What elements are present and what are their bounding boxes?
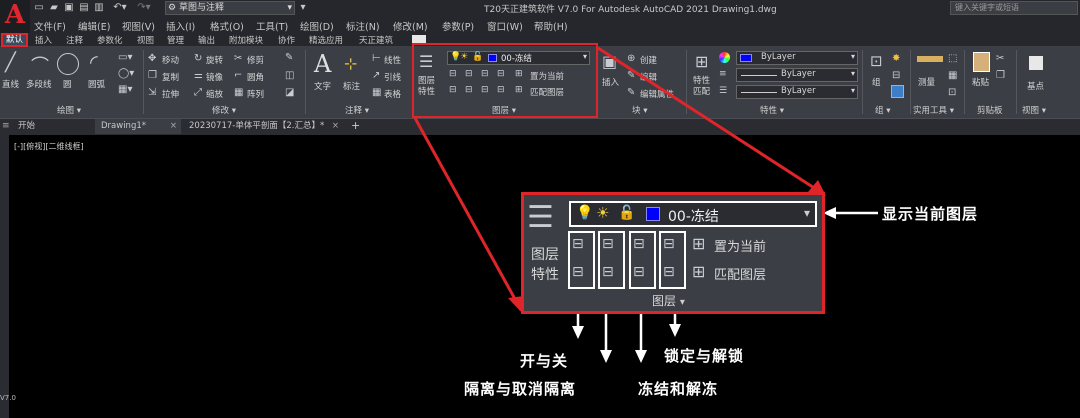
unlock-icon: 🔓	[618, 205, 636, 221]
callout-line-bottom	[413, 117, 523, 311]
arrowhead	[572, 326, 584, 339]
layer-freeze-icon[interactable]: ⊟	[633, 236, 645, 252]
match-layer-icon: ⊞	[692, 262, 706, 281]
layer-on-icon[interactable]: ⊟	[572, 264, 584, 280]
layer-properties-icon[interactable]: ☰	[527, 200, 554, 235]
current-layer-name: 00-冻结	[668, 209, 719, 225]
annotation-freeze: 冻结和解冻	[638, 380, 719, 398]
layer-thaw-icon[interactable]: ⊟	[633, 264, 645, 280]
annotation-current-layer: 显示当前图层	[882, 205, 979, 223]
chevron-down-icon: ▾	[803, 206, 810, 220]
layer-off-icon[interactable]: ⊟	[572, 236, 584, 252]
arrowhead	[600, 350, 612, 363]
layer-group-label[interactable]: 图层 ▾	[652, 292, 685, 309]
layer-lock-icon[interactable]: ⊟	[663, 236, 675, 252]
annotation-lock: 锁定与解锁	[664, 347, 745, 365]
chevron-down-icon: ▾	[679, 297, 685, 308]
layer-group-label-text: 图层	[652, 294, 677, 308]
zoom-layer-dropdown[interactable]: 💡 ☀ 🔓 00-冻结 ▾	[569, 201, 817, 227]
match-layer-button[interactable]: 匹配图层	[714, 264, 766, 283]
sun-thaw-icon: ☀	[596, 204, 610, 222]
annotation-isolate: 隔离与取消隔离	[464, 380, 577, 398]
lightbulb-on-icon: 💡	[576, 205, 594, 221]
set-current-button[interactable]: 置为当前	[714, 236, 766, 255]
callout-line-top	[597, 46, 823, 195]
layer-properties-button[interactable]: 图层 特性	[531, 245, 559, 285]
arrowhead	[635, 350, 647, 363]
annotation-on-off: 开与关	[520, 352, 569, 370]
layer-unisolate-icon[interactable]: ⊟	[602, 264, 614, 280]
arrowhead	[669, 324, 681, 337]
layer-unlock-icon[interactable]: ⊟	[663, 264, 675, 280]
set-current-icon: ⊞	[692, 234, 706, 253]
layer-color-swatch	[646, 207, 660, 221]
layer-isolate-icon[interactable]: ⊟	[602, 236, 614, 252]
